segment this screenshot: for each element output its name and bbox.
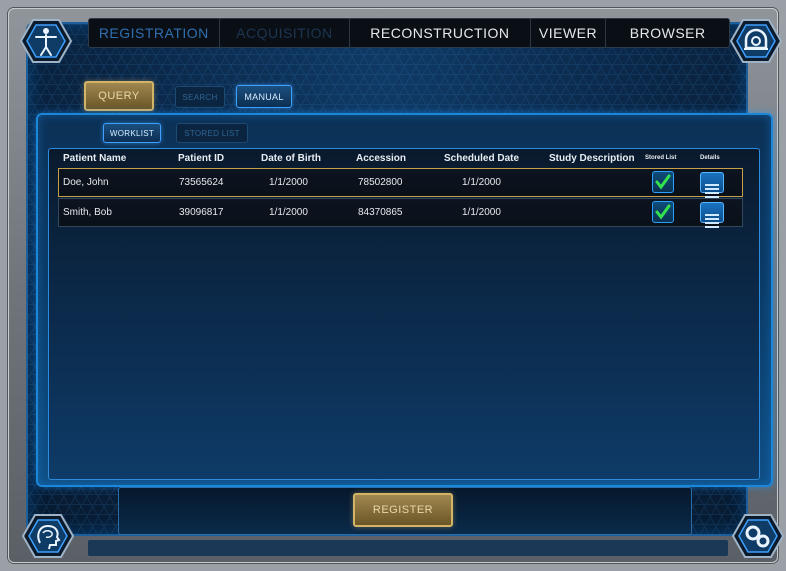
- accession-cell: 78502800: [358, 177, 403, 188]
- scanner-icon: [744, 28, 768, 50]
- tab-browser[interactable]: BROWSER: [606, 19, 729, 47]
- profile-button[interactable]: [20, 18, 72, 64]
- query-label: QUERY: [98, 90, 140, 102]
- column-header-date-of-birth[interactable]: Date of Birth: [261, 153, 321, 164]
- column-header-scheduled-date[interactable]: Scheduled Date: [444, 153, 519, 164]
- register-button[interactable]: REGISTER: [353, 493, 453, 527]
- tab-reconstruction[interactable]: RECONSTRUCTION: [350, 19, 531, 47]
- scheduled-date-cell: 1/1/2000: [462, 207, 501, 218]
- checkmark-icon: [655, 174, 671, 190]
- tab-viewer[interactable]: VIEWER: [531, 19, 607, 47]
- table-header: Patient Name Patient ID Date of Birth Ac…: [58, 150, 748, 168]
- brain-button[interactable]: [22, 513, 74, 559]
- column-header-stored-list[interactable]: Stored List: [645, 155, 676, 161]
- patient-id-cell: 73565624: [179, 177, 224, 188]
- tab-acquisition: ACQUISITION: [220, 19, 351, 47]
- worklist-label: WORKLIST: [109, 128, 155, 138]
- patient-name-cell: Smith, Bob: [63, 207, 112, 218]
- tab-worklist[interactable]: WORKLIST: [103, 123, 161, 143]
- register-label: REGISTER: [372, 504, 434, 516]
- settings-button[interactable]: [732, 513, 784, 559]
- scanner-button[interactable]: [730, 18, 782, 64]
- scheduled-date-cell: 1/1/2000: [462, 177, 501, 188]
- brain-head-icon: [37, 524, 61, 550]
- details-button[interactable]: [700, 202, 724, 228]
- column-header-accession[interactable]: Accession: [356, 153, 406, 164]
- column-header-patient-name[interactable]: Patient Name: [63, 153, 126, 164]
- stored-list-checkbox[interactable]: [652, 171, 674, 193]
- manual-label: MANUAL: [244, 91, 284, 102]
- column-header-study-description[interactable]: Study Description: [549, 153, 635, 164]
- column-header-patient-id[interactable]: Patient ID: [178, 153, 224, 164]
- top-navigation: REGISTRATION ACQUISITION RECONSTRUCTION …: [88, 18, 730, 48]
- patient-name-cell: Doe, John: [63, 177, 109, 188]
- stored-list-label: STORED LIST: [184, 128, 240, 138]
- search-button[interactable]: SEARCH: [175, 86, 225, 108]
- patient-id-cell: 39096817: [179, 207, 224, 218]
- dob-cell: 1/1/2000: [269, 177, 308, 188]
- dob-cell: 1/1/2000: [269, 207, 308, 218]
- accession-cell: 84370865: [358, 207, 403, 218]
- tab-registration[interactable]: REGISTRATION: [89, 19, 220, 47]
- table-row[interactable]: Doe, John 73565624 1/1/2000 78502800 1/1…: [58, 168, 743, 198]
- tab-stored-list[interactable]: STORED LIST: [176, 123, 248, 143]
- gears-icon: [745, 525, 770, 548]
- table-row[interactable]: Smith, Bob 39096817 1/1/2000 84370865 1/…: [58, 198, 743, 228]
- human-figure-icon: [35, 28, 57, 56]
- stored-list-checkbox[interactable]: [652, 201, 674, 223]
- footer-strip: [88, 540, 728, 556]
- query-button[interactable]: QUERY: [84, 81, 154, 111]
- details-button[interactable]: [700, 172, 724, 198]
- column-header-details[interactable]: Details: [700, 155, 720, 161]
- search-label: SEARCH: [182, 92, 218, 102]
- manual-button[interactable]: MANUAL: [236, 85, 292, 108]
- checkmark-icon: [655, 204, 671, 220]
